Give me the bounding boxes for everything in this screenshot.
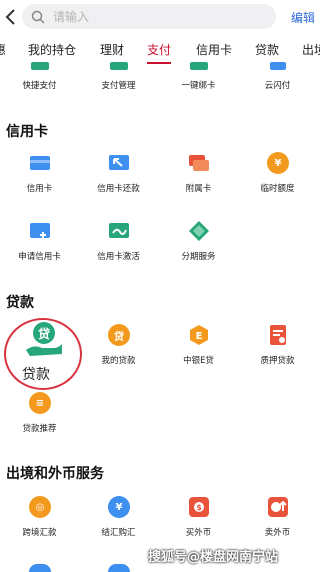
pledge-loan-icon (270, 325, 286, 345)
supplementary-card[interactable]: 附属卡 (159, 150, 238, 194)
temporary-limit[interactable]: ¥ 临时额度 (238, 150, 317, 194)
pay-management-icon (110, 62, 128, 70)
sell-fx-icon (268, 497, 288, 517)
section-title-fx: 出境和外币服务 (6, 466, 104, 482)
pledge-loan[interactable]: 质押贷款 (238, 322, 317, 366)
partial-row-icon (108, 564, 130, 572)
svg-text:E: E (196, 331, 203, 342)
installment-icon (189, 221, 209, 241)
top-bar: 请输入 编辑 (0, 0, 318, 34)
supplementary-card-icon (189, 155, 209, 171)
search-placeholder: 请输入 (53, 10, 90, 24)
pay-management[interactable]: 支付管理 (79, 62, 158, 94)
my-loan-icon: 贷 (108, 324, 130, 346)
svg-text:$: $ (196, 503, 202, 512)
loan-recommend[interactable]: ≡ 贷款推荐 (0, 390, 79, 434)
activate-card[interactable]: 信用卡激活 (79, 218, 158, 262)
partial-row-icon (29, 564, 51, 572)
tab-my-holdings[interactable]: 我的持仓 (28, 41, 76, 58)
buy-fx-icon: $ (189, 497, 209, 517)
buy-fx[interactable]: $ 买外币 (159, 494, 238, 538)
apply-credit-card[interactable]: 申请信用卡 (0, 218, 79, 262)
section-title-credit-card: 信用卡 (6, 124, 48, 140)
edit-button[interactable]: 编辑 (291, 9, 315, 26)
search-icon (31, 10, 45, 24)
credit-card-repay-icon (109, 155, 129, 170)
tab-credit-card[interactable]: 信用卡 (196, 41, 232, 58)
temporary-limit-icon: ¥ (267, 152, 289, 174)
loan-big-label[interactable]: 贷款 (22, 364, 50, 384)
bind-card[interactable]: 一键绑卡 (159, 62, 238, 94)
quick-pay-icon (31, 62, 49, 70)
quick-pay[interactable]: 快捷支付 (0, 62, 79, 94)
activate-card-icon (109, 223, 129, 238)
cloud-quickpass-icon (270, 62, 286, 70)
section-title-loans: 贷款 (6, 295, 34, 311)
watermark: 搜狐号@楼盘网南宁站 (148, 550, 279, 565)
loan-recommend-icon: ≡ (29, 392, 51, 414)
loan-hand-icon[interactable]: 贷 (24, 320, 64, 360)
tab-payment[interactable]: 支付 (147, 41, 171, 58)
back-arrow-icon[interactable] (4, 8, 18, 26)
credit-card-icon (30, 156, 50, 170)
my-loans[interactable]: 贷 我的贷款 (79, 322, 158, 366)
tab-loans[interactable]: 贷款 (255, 41, 279, 58)
cross-border-remit[interactable]: ◎ 跨境汇款 (0, 494, 79, 538)
fx-settlement[interactable]: ¥ 结汇购汇 (79, 494, 158, 538)
search-input[interactable]: 请输入 (22, 4, 276, 29)
tab-preferential[interactable]: 惠 (0, 41, 6, 58)
cross-border-remit-icon: ◎ (29, 496, 51, 518)
tab-overseas[interactable]: 出境 (302, 41, 320, 58)
boc-e-loan-icon: E (190, 325, 208, 345)
sell-fx[interactable]: 卖外币 (238, 494, 317, 538)
bind-card-icon (190, 62, 208, 70)
fx-settlement-icon: ¥ (108, 496, 130, 518)
boc-e-loan[interactable]: E 中银E贷 (159, 322, 238, 366)
cloud-quickpass[interactable]: 云闪付 (238, 62, 317, 94)
svg-text:贷: 贷 (38, 326, 50, 341)
credit-card[interactable]: 信用卡 (0, 150, 79, 194)
tab-wealth[interactable]: 理财 (100, 41, 124, 58)
installment-service[interactable]: 分期服务 (159, 218, 238, 262)
apply-credit-card-icon (30, 223, 50, 238)
credit-card-repay[interactable]: 信用卡还款 (79, 150, 158, 194)
